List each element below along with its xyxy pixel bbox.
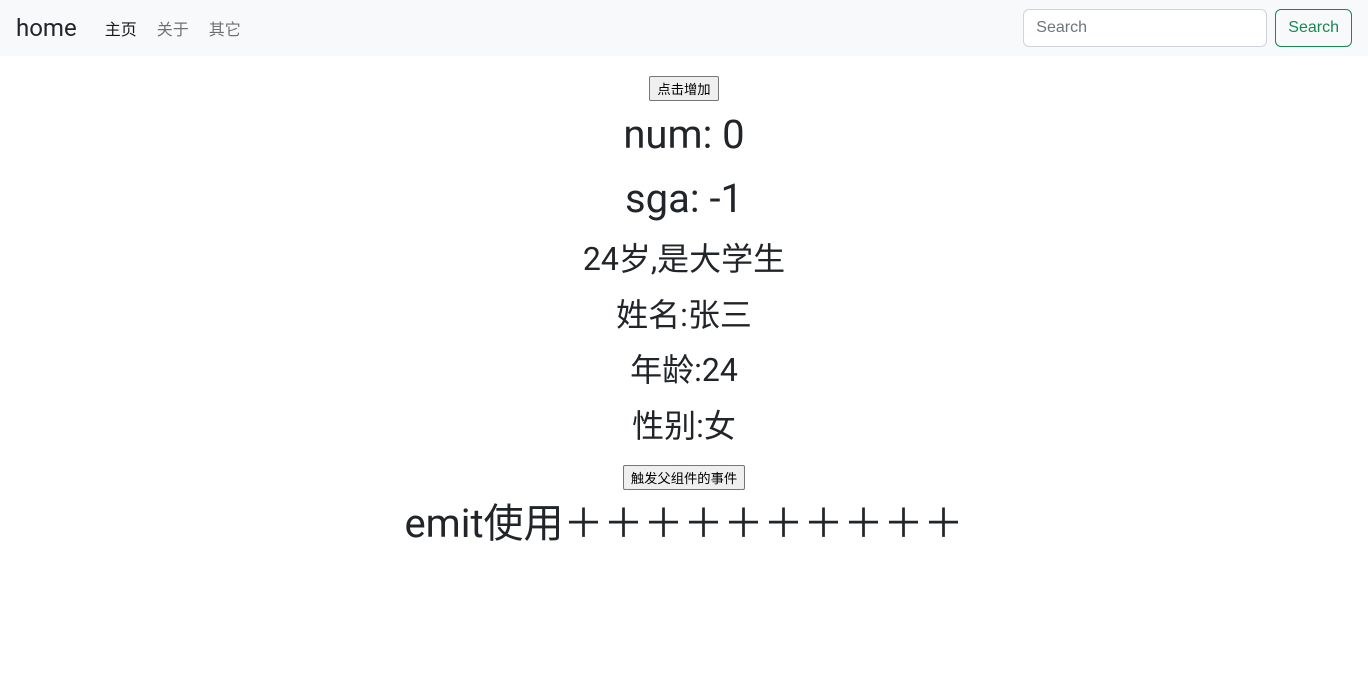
search-button[interactable]: Search (1275, 9, 1352, 47)
name-line: 姓名:张三 (0, 291, 1368, 341)
nav-link-about[interactable]: 关于 (157, 16, 189, 40)
nav-links: 主页 关于 其它 (105, 16, 1024, 40)
search-form: Search (1023, 9, 1352, 47)
age-line: 年龄:24 (0, 346, 1368, 396)
search-input[interactable] (1023, 9, 1267, 47)
student-line: 24岁,是大学生 (0, 235, 1368, 285)
nav-link-home[interactable]: 主页 (105, 16, 137, 40)
main-content: 点击增加 num: 0 sga: -1 24岁,是大学生 姓名:张三 年龄:24… (0, 56, 1368, 550)
navbar-brand[interactable]: home (16, 14, 77, 42)
gender-line: 性别:女 (0, 402, 1368, 452)
sga-line: sga: -1 (0, 169, 1368, 229)
trigger-row: 触发父组件的事件 (0, 465, 1368, 490)
navbar: home 主页 关于 其它 Search (0, 0, 1368, 56)
nav-link-other[interactable]: 其它 (209, 16, 241, 40)
increment-button[interactable]: 点击增加 (649, 76, 718, 101)
trigger-parent-button[interactable]: 触发父组件的事件 (623, 465, 745, 490)
emit-line: emit使用＋＋＋＋＋＋＋＋＋＋ (0, 498, 1368, 550)
num-line: num: 0 (0, 105, 1368, 165)
